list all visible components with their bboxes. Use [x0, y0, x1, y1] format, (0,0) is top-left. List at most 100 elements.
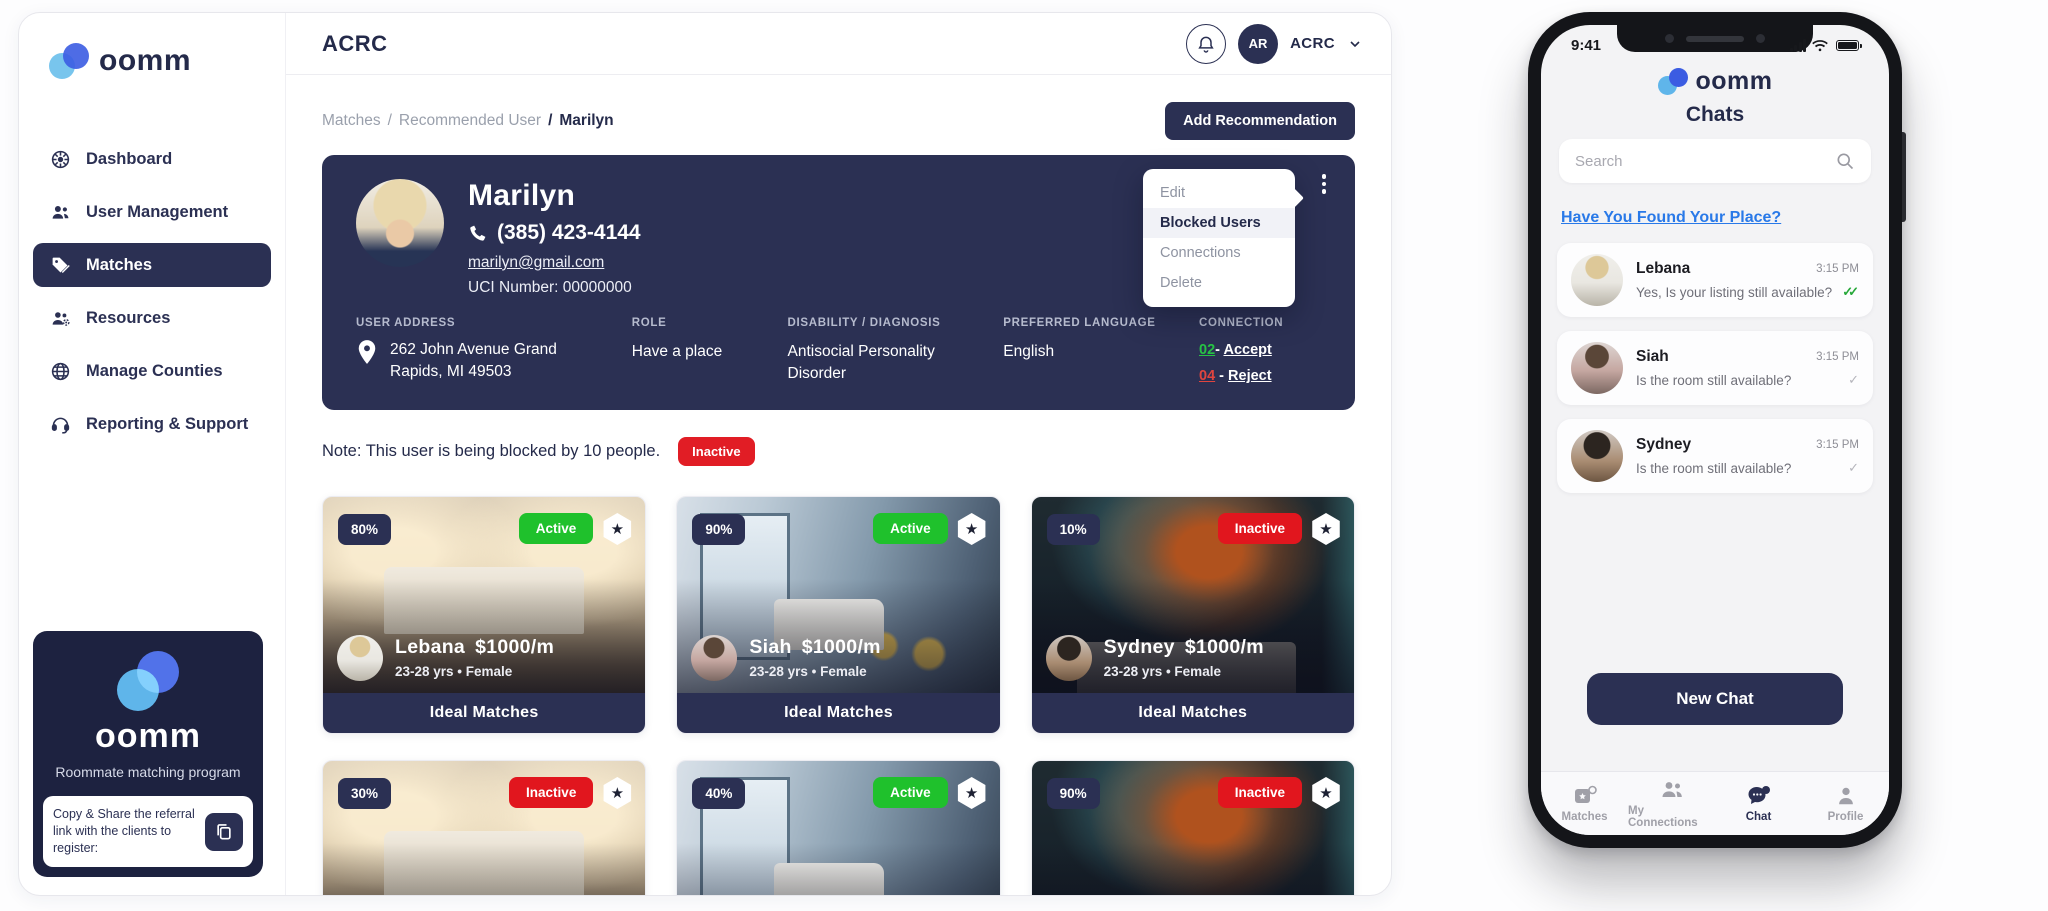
- sidebar-item-resources[interactable]: Resources: [33, 296, 271, 340]
- match-card-lebana-80[interactable]: 80% Active ★ Lebana $1000/m 23-28 yrs • F…: [322, 496, 646, 734]
- phone-mockup: 9:41 oomm Chats Have You Found Your Plac…: [1528, 12, 1902, 848]
- ideal-matches-footer[interactable]: Ideal Matches: [1032, 693, 1354, 733]
- reject-link[interactable]: Reject: [1228, 368, 1272, 384]
- check-icon: ✓: [1848, 460, 1859, 476]
- breadcrumb-matches[interactable]: Matches: [322, 112, 381, 130]
- nav-item-chat[interactable]: Chat: [1715, 772, 1802, 835]
- avatar: [1571, 430, 1623, 482]
- accept-link[interactable]: Accept: [1223, 342, 1271, 358]
- status-badge: Inactive: [1218, 513, 1302, 544]
- status-badge: Active: [519, 513, 594, 544]
- match-price: $1000/m: [475, 636, 554, 658]
- match-price: $1000/m: [802, 636, 881, 658]
- sidebar-item-manage-counties[interactable]: Manage Counties: [33, 349, 271, 393]
- chat-item-lebana[interactable]: Lebana 3:15 PM Yes, Is your listing stil…: [1557, 243, 1873, 317]
- match-cards-grid: 80% Active ★ Lebana $1000/m 23-28 yrs • F…: [322, 496, 1355, 895]
- avatar: [1571, 342, 1623, 394]
- star-seal-icon[interactable]: ★: [956, 777, 988, 809]
- star-seal-icon[interactable]: ★: [956, 513, 988, 545]
- chat-time: 3:15 PM: [1816, 351, 1859, 363]
- connections-icon: [1659, 779, 1685, 801]
- match-card-sydney-10[interactable]: 10% Inactive ★ Sydney$1000/m 23-28 yrs •…: [1031, 496, 1355, 734]
- match-percent-badge: 10%: [1047, 514, 1100, 545]
- match-meta: 23-28 yrs • Female: [395, 664, 554, 679]
- chat-name: Siah: [1636, 348, 1669, 366]
- bell-icon: [1196, 34, 1216, 54]
- page-title: ACRC: [322, 31, 388, 57]
- account-avatar[interactable]: AR: [1238, 24, 1278, 64]
- match-name: Lebana: [395, 636, 465, 658]
- nav-item-profile[interactable]: Profile: [1802, 772, 1889, 835]
- account-name: ACRC: [1290, 35, 1335, 52]
- status-badge: Inactive: [1218, 777, 1302, 808]
- copy-icon: [214, 822, 234, 842]
- role-value: Have a place: [632, 341, 762, 363]
- match-name: Sydney: [1104, 636, 1175, 658]
- ideal-matches-footer[interactable]: Ideal Matches: [323, 693, 645, 733]
- room-photo: 10% Inactive ★ Sydney$1000/m 23-28 yrs •…: [1032, 497, 1354, 693]
- status-badge: Inactive: [509, 777, 593, 808]
- sidebar-item-user-management[interactable]: User Management: [33, 190, 271, 234]
- match-card-lebana-30[interactable]: 30% Inactive ★ Lebana$1000/m 23-28 yrs •…: [322, 760, 646, 895]
- disability-value: Antisocial Personality Disorder: [788, 341, 978, 386]
- chat-name: Sydney: [1636, 436, 1691, 454]
- sidebar-item-label: Matches: [86, 256, 152, 275]
- kebab-menu-button[interactable]: [1313, 171, 1335, 197]
- menu-item-edit[interactable]: Edit: [1143, 178, 1295, 208]
- avatar: [1046, 635, 1092, 681]
- match-percent-badge: 80%: [338, 514, 391, 545]
- double-check-icon: ✓✓: [1842, 284, 1859, 300]
- matches-icon: [1573, 785, 1597, 807]
- field-role: ROLE Have a place: [632, 317, 762, 388]
- chat-message: Is the room still available?: [1636, 373, 1791, 388]
- status-badge: Active: [873, 513, 948, 544]
- avatar: [1571, 254, 1623, 306]
- ideal-matches-footer[interactable]: Ideal Matches: [677, 693, 999, 733]
- new-chat-button[interactable]: New Chat: [1587, 673, 1843, 725]
- breadcrumb-recommended-user[interactable]: Recommended User: [399, 112, 541, 130]
- signal-icon: [1790, 39, 1807, 52]
- sidebar-item-label: Manage Counties: [86, 362, 223, 381]
- menu-item-delete[interactable]: Delete: [1143, 268, 1295, 298]
- field-connection: CONNECTION 02- Accept 04 - Reject: [1199, 317, 1321, 388]
- star-seal-icon[interactable]: ★: [1310, 777, 1342, 809]
- chat-time: 3:15 PM: [1816, 263, 1859, 275]
- nav-item-my-connections[interactable]: My Connections: [1628, 772, 1715, 835]
- sidebar-item-reporting-support[interactable]: Reporting & Support: [33, 402, 271, 446]
- chevron-down-icon[interactable]: [1347, 36, 1363, 52]
- brand-name: oomm: [99, 44, 191, 78]
- search-input[interactable]: [1575, 153, 1835, 170]
- menu-item-blocked-users[interactable]: Blocked Users: [1143, 208, 1295, 238]
- match-card-siah-90[interactable]: 90% Active ★ Siah$1000/m 23-28 yrs • Fem…: [676, 496, 1000, 734]
- phone-bottom-nav: Matches My Connections Chat Profile: [1541, 771, 1889, 835]
- found-your-place-link[interactable]: Have You Found Your Place?: [1561, 209, 1781, 227]
- match-card-sydney-90[interactable]: 90% Inactive ★ Sydney$1000/m 23-28 yrs •…: [1031, 760, 1355, 895]
- avatar: [691, 635, 737, 681]
- sidebar-item-dashboard[interactable]: Dashboard: [33, 137, 271, 181]
- status-badge: Active: [873, 777, 948, 808]
- inactive-status-badge: Inactive: [678, 437, 754, 466]
- add-recommendation-button[interactable]: Add Recommendation: [1165, 102, 1355, 140]
- star-seal-icon[interactable]: ★: [1310, 513, 1342, 545]
- chat-item-sydney[interactable]: Sydney 3:15 PM Is the room still availab…: [1557, 419, 1873, 493]
- copy-link-button[interactable]: [205, 813, 243, 851]
- sidebar-item-label: Resources: [86, 309, 170, 328]
- match-card-siah-40[interactable]: 40% Active ★ Siah$1000/m 23-28 yrs • Fem…: [676, 760, 1000, 895]
- notifications-button[interactable]: [1186, 24, 1226, 64]
- star-seal-icon[interactable]: ★: [601, 513, 633, 545]
- oomm-logo-icon: [1658, 68, 1688, 95]
- star-seal-icon[interactable]: ★: [601, 777, 633, 809]
- check-icon: ✓: [1848, 372, 1859, 388]
- globe-icon: [50, 361, 71, 382]
- match-name: Siah: [749, 636, 791, 658]
- top-bar: ACRC AR ACRC: [286, 13, 1391, 75]
- chat-message: Yes, Is your listing still available?: [1636, 285, 1832, 300]
- match-percent-badge: 30%: [338, 778, 391, 809]
- phone-brand: oomm: [1541, 67, 1889, 96]
- nav-item-matches[interactable]: Matches: [1541, 772, 1628, 835]
- user-email-link[interactable]: marilyn@gmail.com: [468, 254, 604, 272]
- menu-item-connections[interactable]: Connections: [1143, 238, 1295, 268]
- chat-name: Lebana: [1636, 260, 1690, 278]
- sidebar-item-matches[interactable]: Matches: [33, 243, 271, 287]
- chat-item-siah[interactable]: Siah 3:15 PM Is the room still available…: [1557, 331, 1873, 405]
